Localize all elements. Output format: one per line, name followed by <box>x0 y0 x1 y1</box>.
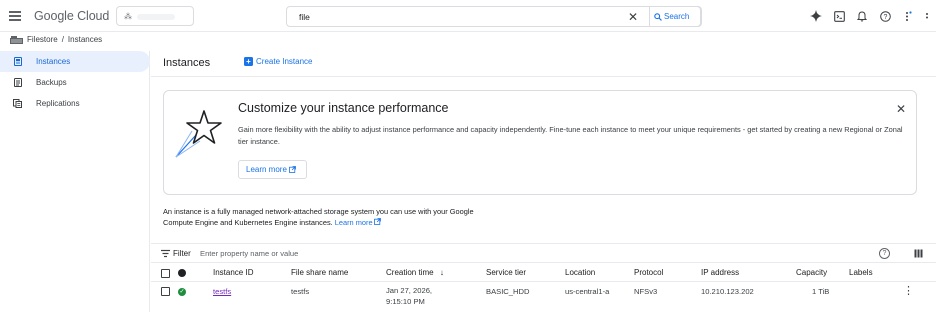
close-icon[interactable]: ✕ <box>896 102 906 116</box>
logo-cloud: Cloud <box>77 9 110 23</box>
search-icon <box>654 12 662 21</box>
avatar[interactable] <box>924 9 930 23</box>
sidebar: Instances Backups Replications <box>0 51 150 312</box>
column-display-icon[interactable] <box>914 249 923 258</box>
page-title: Instances <box>163 57 211 69</box>
main-menu-icon[interactable] <box>9 11 21 21</box>
replications-icon <box>13 99 22 108</box>
filter-icon <box>161 249 170 258</box>
external-link-icon <box>373 218 381 225</box>
cloud-shell-icon[interactable] <box>832 9 846 23</box>
breadcrumb-product[interactable]: Filestore <box>27 35 58 44</box>
location-cell: us-central1-a <box>565 287 610 296</box>
row-checkbox[interactable] <box>161 287 170 296</box>
instances-icon <box>13 57 22 66</box>
filter-bar: Filter Enter property name or value ? <box>151 243 936 263</box>
creation-time-cell: Jan 27, 2026, 9:15:10 PM <box>386 285 432 307</box>
filter-input[interactable]: Enter property name or value <box>200 249 298 258</box>
column-header-capacity[interactable]: Capacity <box>796 268 827 277</box>
breadcrumb-page: Instances <box>67 35 103 44</box>
sidebar-item-label: Replications <box>36 99 80 108</box>
help-icon[interactable]: ? <box>878 9 892 23</box>
column-header-file-share-name[interactable]: File share name <box>291 268 348 277</box>
shooting-star-icon <box>175 110 222 158</box>
intro-text: An instance is a fully managed network-a… <box>163 207 474 227</box>
google-cloud-logo[interactable]: Google Cloud <box>34 9 109 23</box>
notifications-bell-icon[interactable] <box>855 9 869 23</box>
column-header-location[interactable]: Location <box>565 268 595 277</box>
status-header-icon <box>178 269 186 277</box>
learn-more-label: Learn more <box>246 165 287 174</box>
filter-label: Filter <box>173 249 191 258</box>
select-all-checkbox[interactable] <box>161 269 170 278</box>
sidebar-item-label: Backups <box>36 78 67 87</box>
filter-help-icon[interactable]: ? <box>879 248 890 259</box>
breadcrumb: Filestore / Instances <box>10 34 102 45</box>
filestore-icon <box>10 35 23 44</box>
search-button[interactable]: Search <box>649 6 701 27</box>
external-link-icon <box>289 166 296 173</box>
promo-banner: Customize your instance performance Gain… <box>163 90 917 195</box>
more-options-icon[interactable] <box>901 9 915 23</box>
column-header-instance-id[interactable]: Instance ID <box>213 268 253 277</box>
column-header-service-tier[interactable]: Service tier <box>486 268 526 277</box>
intro-learn-more-link[interactable]: Learn more <box>335 218 381 227</box>
promo-description: Gain more flexibility with the ability t… <box>238 125 903 146</box>
instance-id-link[interactable]: testfs <box>213 287 231 296</box>
search-button-label: Search <box>664 12 690 21</box>
table-row: ✓ testfs testfs Jan 27, 2026, 9:15:10 PM… <box>151 282 936 312</box>
sidebar-item-label: Instances <box>36 57 71 66</box>
promo-title: Customize your instance performance <box>238 101 449 115</box>
table-header: Instance ID File share name Creation tim… <box>151 264 936 282</box>
search-box[interactable]: file ✕ Search <box>286 6 702 27</box>
file-share-name-cell: testfs <box>291 287 310 296</box>
create-instance-button[interactable]: + Create Instance <box>244 57 312 66</box>
backups-icon <box>13 78 22 87</box>
divider <box>151 76 936 77</box>
clear-search-icon[interactable]: ✕ <box>628 10 638 24</box>
creation-time-label: Creation time <box>386 268 434 277</box>
sidebar-item-replications[interactable]: Replications <box>0 93 149 114</box>
gemini-sparkle-icon[interactable] <box>809 9 823 23</box>
column-header-creation-time[interactable]: Creation time ↓ <box>386 268 444 277</box>
creation-clock: 9:15:10 PM <box>386 297 425 306</box>
protocol-cell: NFSv3 <box>634 287 658 296</box>
service-tier-cell: BASIC_HDD <box>486 287 530 296</box>
intro-text-block: An instance is a fully managed network-a… <box>163 206 483 228</box>
status-ok-icon: ✓ <box>178 288 186 296</box>
capacity-cell: 1 TiB <box>812 287 830 296</box>
sort-arrow-down-icon: ↓ <box>439 268 444 277</box>
column-header-labels[interactable]: Labels <box>849 268 873 277</box>
logo-google: Google <box>34 9 74 23</box>
sidebar-item-instances[interactable]: Instances <box>0 51 150 72</box>
project-dots-icon: ⁂ <box>124 12 132 21</box>
column-header-ip-address[interactable]: IP address <box>701 268 739 277</box>
search-input[interactable]: file <box>299 12 310 22</box>
create-instance-label: Create Instance <box>256 57 313 66</box>
project-picker[interactable]: ⁂ <box>116 6 194 26</box>
main-content: Instances + Create Instance Customize yo… <box>151 51 936 312</box>
svg-text:?: ? <box>883 14 887 21</box>
column-header-protocol[interactable]: Protocol <box>634 268 663 277</box>
intro-link-label: Learn more <box>334 218 373 227</box>
row-actions-icon[interactable]: ⋮ <box>903 284 914 297</box>
breadcrumb-separator: / <box>61 35 64 44</box>
project-name-redacted <box>137 14 175 20</box>
top-bar: Google Cloud ⁂ file ✕ Search ? <box>0 0 936 32</box>
ip-address-cell: 10.210.123.202 <box>701 287 754 296</box>
sidebar-item-backups[interactable]: Backups <box>0 72 149 93</box>
promo-learn-more-button[interactable]: Learn more <box>238 160 307 179</box>
add-icon: + <box>244 57 253 66</box>
creation-date: Jan 27, 2026, <box>386 286 433 295</box>
